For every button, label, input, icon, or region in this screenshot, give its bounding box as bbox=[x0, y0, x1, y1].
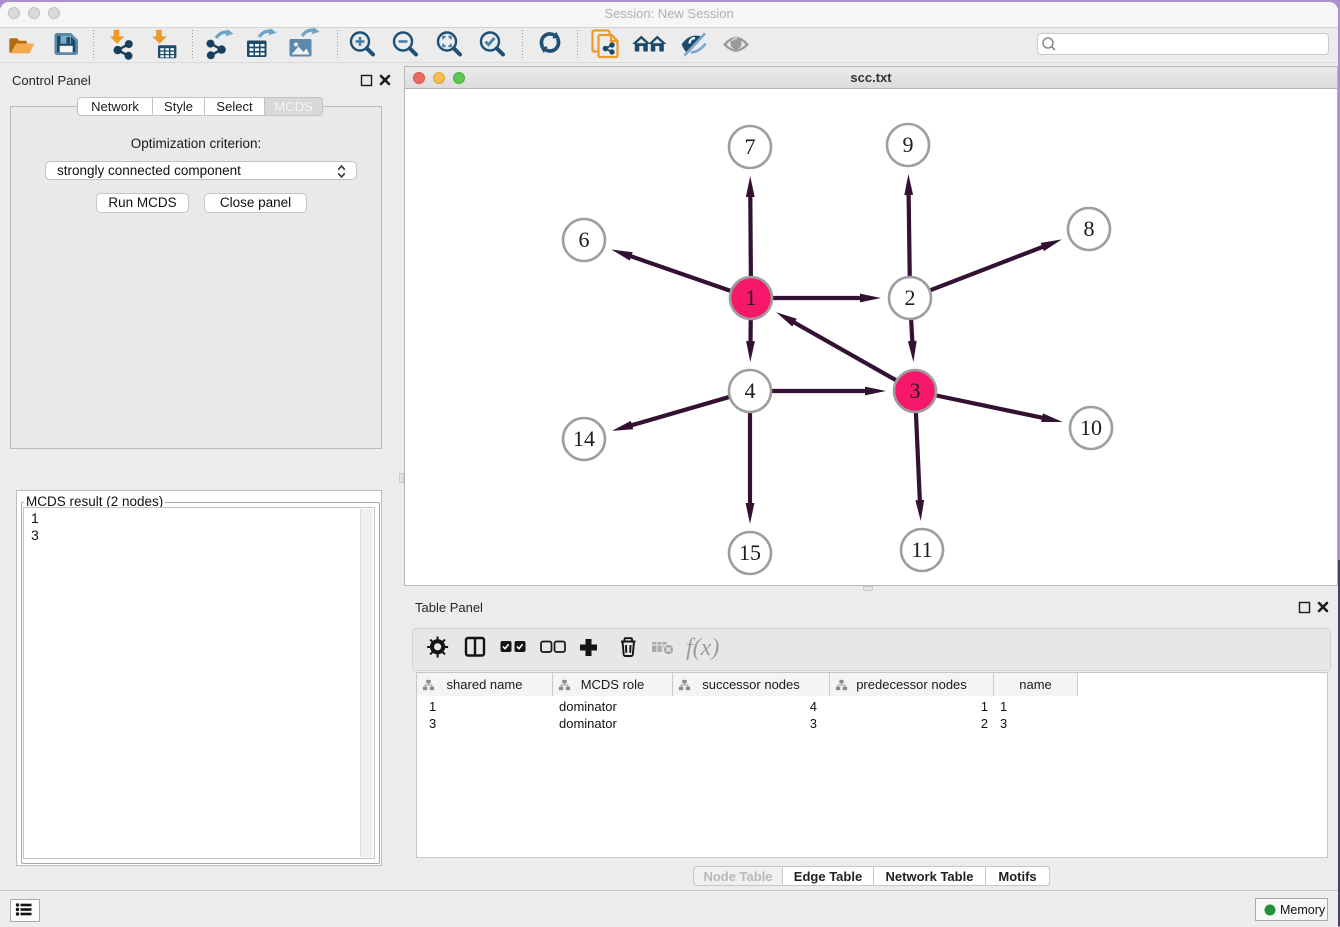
svg-text:1: 1 bbox=[746, 285, 757, 310]
svg-text:7: 7 bbox=[745, 134, 756, 159]
svg-text:6: 6 bbox=[579, 227, 590, 252]
svg-text:15: 15 bbox=[739, 540, 761, 565]
svg-text:9: 9 bbox=[903, 132, 914, 157]
svg-text:f(x): f(x) bbox=[686, 635, 719, 661]
svg-text:2: 2 bbox=[905, 285, 916, 310]
svg-text:10: 10 bbox=[1080, 415, 1102, 440]
svg-text:3: 3 bbox=[910, 378, 921, 403]
svg-text:8: 8 bbox=[1084, 216, 1095, 241]
svg-text:4: 4 bbox=[745, 378, 756, 403]
svg-text:11: 11 bbox=[911, 537, 932, 562]
svg-text:14: 14 bbox=[573, 426, 595, 451]
